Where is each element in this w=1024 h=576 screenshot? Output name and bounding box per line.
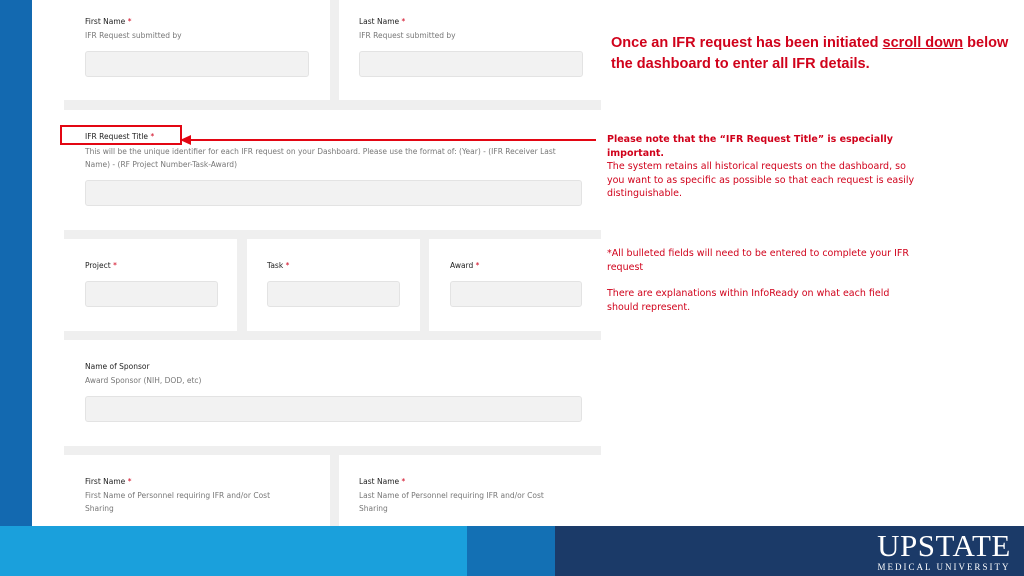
last-name-label: Last Name * — [359, 17, 406, 26]
first-name-label: First Name * — [85, 17, 132, 26]
title-importance-note: Please note that the “IFR Request Title”… — [607, 133, 937, 201]
personnel-last-name-label: Last Name * — [359, 477, 406, 486]
request-title-input[interactable] — [85, 180, 582, 206]
sponsor-label: Name of Sponsor — [85, 362, 150, 371]
award-label: Award * — [450, 261, 480, 270]
sponsor-hint: Award Sponsor (NIH, DOD, etc) — [85, 376, 202, 385]
sponsor-input[interactable] — [85, 396, 582, 422]
personnel-last-name-hint: Last Name of Personnel requiring IFR and… — [359, 490, 599, 515]
personnel-first-name-hint-line2: Sharing — [85, 503, 114, 513]
explain-line-2: should represent. — [607, 301, 691, 313]
footer-segment-mid — [467, 526, 555, 576]
project-label: Project * — [85, 261, 117, 270]
instruction-headline: Once an IFR request has been initiated s… — [611, 33, 1011, 75]
personnel-first-name-hint: First Name of Personnel requiring IFR an… — [85, 490, 325, 515]
arrow-left-icon — [180, 135, 596, 145]
task-card: Task * — [247, 239, 420, 331]
request-title-hint-line2: Name) - (RF Project Number-Task-Award) — [85, 159, 237, 169]
request-title-hint: This will be the unique identifier for e… — [85, 146, 585, 171]
personnel-last-name-hint-line2: Sharing — [359, 503, 388, 513]
last-name-input[interactable] — [359, 51, 583, 77]
task-input[interactable] — [267, 281, 400, 307]
headline-text-1: Once an IFR request has been initiated — [611, 35, 883, 51]
award-card: Award * — [429, 239, 601, 331]
left-accent-bar — [0, 0, 32, 526]
personnel-first-name-card: First Name * First Name of Personnel req… — [64, 455, 330, 526]
request-title-highlight — [60, 125, 182, 145]
first-name-card: First Name * IFR Request submitted by — [64, 0, 330, 100]
first-name-hint: IFR Request submitted by — [85, 31, 182, 40]
explanations-note: There are explanations within InfoReady … — [607, 287, 937, 314]
project-card: Project * — [64, 239, 237, 331]
request-title-hint-line1: This will be the unique identifier for e… — [85, 147, 556, 156]
note-line-2: The system retains all historical reques… — [607, 161, 906, 172]
last-name-hint: IFR Request submitted by — [359, 31, 456, 40]
bullets-line-2: request — [607, 261, 644, 273]
personnel-first-name-hint-line1: First Name of Personnel requiring IFR an… — [85, 491, 271, 500]
footer-segment-light — [0, 526, 467, 576]
note-line-3: you want to as specific as possible so t… — [607, 174, 915, 186]
project-input[interactable] — [85, 281, 218, 307]
note-line-4: distinguishable. — [607, 188, 683, 199]
upstate-logo-subtitle: MEDICAL UNIVERSITY — [877, 562, 1011, 572]
bulleted-fields-note: *All bulleted fields will need to be ent… — [607, 247, 937, 274]
upstate-logo: UPSTATE — [877, 528, 1011, 563]
first-name-input[interactable] — [85, 51, 309, 77]
explain-line-1: There are explanations within InfoReady … — [607, 288, 890, 299]
sponsor-card: Name of Sponsor Award Sponsor (NIH, DOD,… — [64, 340, 601, 446]
personnel-first-name-label: First Name * — [85, 477, 132, 486]
footer-bar: UPSTATE MEDICAL UNIVERSITY — [0, 526, 1024, 576]
form-screenshot: First Name * IFR Request submitted by La… — [64, 0, 601, 526]
last-name-card: Last Name * IFR Request submitted by — [339, 0, 601, 100]
award-input[interactable] — [450, 281, 582, 307]
task-label: Task * — [267, 261, 290, 270]
personnel-last-name-card: Last Name * Last Name of Personnel requi… — [339, 455, 601, 526]
note-bold-line: Please note that the “IFR Request Title”… — [607, 134, 893, 159]
scroll-down-emphasis: scroll down — [882, 35, 964, 51]
bullets-line-1: *All bulleted fields will need to be ent… — [607, 248, 909, 259]
personnel-last-name-hint-line1: Last Name of Personnel requiring IFR and… — [359, 491, 544, 500]
